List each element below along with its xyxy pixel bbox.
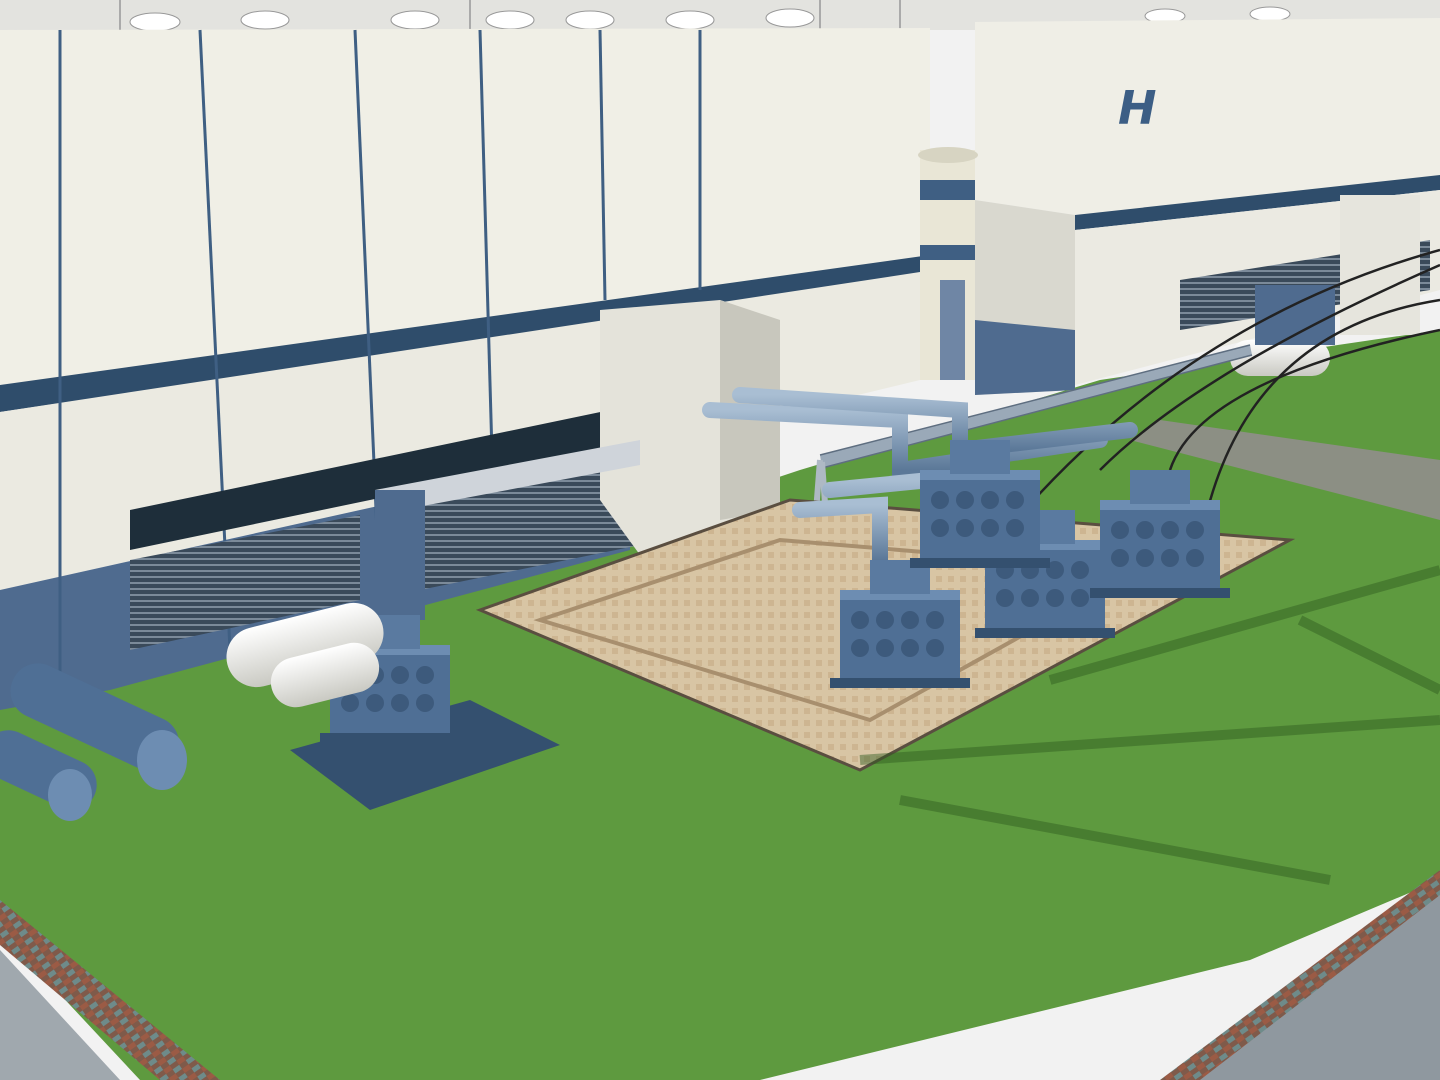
power-plant-scene: H (0, 0, 1440, 1080)
logo-text: H (1118, 81, 1157, 135)
